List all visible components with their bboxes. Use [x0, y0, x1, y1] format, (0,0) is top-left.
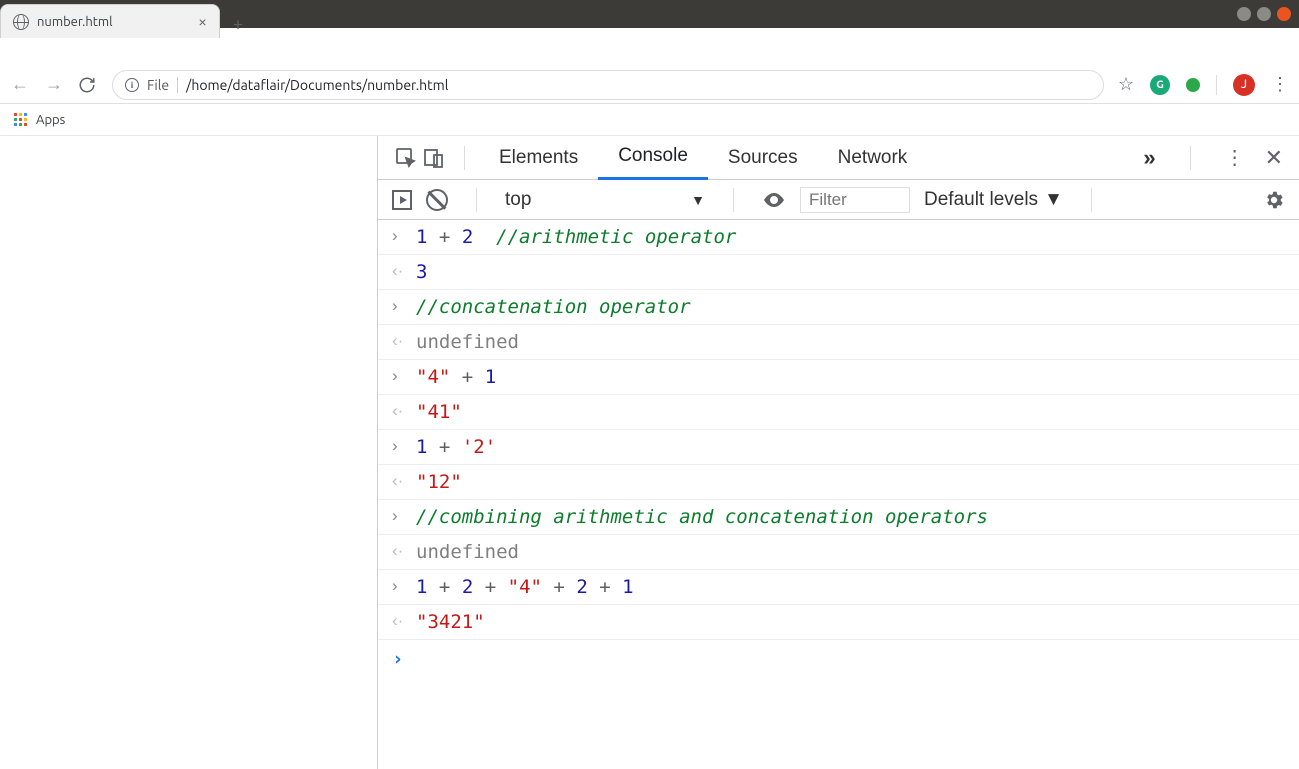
console-separator: [733, 188, 734, 212]
toolbar-right: ☆ G J ⋮: [1118, 74, 1289, 96]
bookmark-star-icon[interactable]: ☆: [1118, 74, 1134, 95]
window-close-button[interactable]: [1277, 7, 1291, 21]
devtools-close-icon[interactable]: ✕: [1265, 145, 1283, 171]
console-output-row: ‹· undefined: [378, 535, 1299, 570]
console-expression: 1 + '2': [416, 436, 496, 458]
console-prompt[interactable]: ›: [378, 640, 1299, 678]
filter-input[interactable]: [800, 187, 910, 213]
prompt-chevron-icon: ›: [392, 648, 403, 670]
console-output-row: ‹· "3421": [378, 605, 1299, 640]
browser-toolbar: ← → i File /home/dataflair/Documents/num…: [0, 66, 1299, 104]
chevron-right-icon: ›: [392, 296, 406, 316]
console-output-row: ‹· "41": [378, 395, 1299, 430]
console-input-row: › "4" + 1: [378, 360, 1299, 395]
window-maximize-button[interactable]: [1257, 7, 1271, 21]
console-expression: 1 + 2 //arithmetic operator: [416, 226, 736, 248]
forward-button[interactable]: →: [44, 74, 64, 95]
chevron-left-icon: ‹·: [392, 261, 406, 281]
site-info-icon[interactable]: i: [125, 78, 139, 92]
console-output-row: ‹· 3: [378, 255, 1299, 290]
address-bar[interactable]: i File /home/dataflair/Documents/number.…: [112, 70, 1104, 100]
profile-avatar[interactable]: J: [1233, 74, 1255, 96]
globe-icon: [13, 14, 29, 30]
new-tab-button[interactable]: +: [224, 10, 252, 38]
live-expression-icon[interactable]: [762, 188, 786, 212]
dropdown-caret-icon: ▼: [691, 192, 705, 208]
devtools-separator: [464, 146, 465, 170]
window-minimize-button[interactable]: [1237, 7, 1251, 21]
context-selector[interactable]: top ▼: [505, 189, 705, 211]
console-expression: "3421": [416, 611, 485, 633]
console-input-row: › 1 + '2': [378, 430, 1299, 465]
console-output-row: ‹· "12": [378, 465, 1299, 500]
console-input-row: › 1 + 2 + "4" + 2 + 1: [378, 570, 1299, 605]
devtools-separator: [1190, 146, 1191, 170]
tab-title: number.html: [37, 15, 190, 29]
apps-label[interactable]: Apps: [36, 113, 65, 127]
console-expression: //concatenation operator: [416, 296, 691, 318]
toolbar-separator: [1216, 75, 1217, 95]
devtools-tab-network[interactable]: Network: [818, 136, 928, 180]
console-expression: undefined: [416, 331, 519, 353]
url-scheme: File: [147, 77, 169, 93]
main-area: ElementsConsoleSourcesNetwork » ⋮ ✕ top …: [0, 136, 1299, 769]
console-output-row: ‹· undefined: [378, 325, 1299, 360]
context-label: top: [505, 189, 531, 211]
console-output[interactable]: › 1 + 2 //arithmetic operator ‹· 3 › //concat…: [378, 220, 1299, 769]
devtools-tab-sources[interactable]: Sources: [708, 136, 818, 180]
console-input-row: › //combining arithmetic and concatenatio…: [378, 500, 1299, 535]
console-input-row: › 1 + 2 //arithmetic operator: [378, 220, 1299, 255]
console-expression: "41": [416, 401, 462, 423]
url-path: /home/dataflair/Documents/number.html: [186, 77, 448, 93]
more-tabs-icon[interactable]: »: [1143, 145, 1155, 171]
chevron-right-icon: ›: [392, 226, 406, 246]
devtools-tab-console[interactable]: Console: [598, 136, 708, 180]
console-separator: [1091, 188, 1092, 212]
console-input-row: › //concatenation operator: [378, 290, 1299, 325]
tab-close-icon[interactable]: ×: [198, 13, 207, 31]
devtools-tabbar: ElementsConsoleSourcesNetwork » ⋮ ✕: [378, 136, 1299, 180]
log-levels-selector[interactable]: Default levels ▼: [924, 189, 1063, 211]
page-content: [0, 136, 378, 769]
browser-menu-icon[interactable]: ⋮: [1271, 74, 1289, 95]
console-expression: "4" + 1: [416, 366, 496, 388]
chevron-right-icon: ›: [392, 576, 406, 596]
console-expression: //combining arithmetic and concatenation…: [416, 506, 988, 528]
reload-button[interactable]: [78, 76, 98, 94]
chevron-left-icon: ‹·: [392, 541, 406, 561]
devtools-menu-icon[interactable]: ⋮: [1225, 145, 1245, 170]
levels-label: Default levels: [924, 189, 1038, 211]
bookmarks-bar: Apps: [0, 104, 1299, 136]
browser-tabstrip: number.html × +: [0, 0, 252, 38]
extension-grammarly-icon[interactable]: G: [1150, 75, 1170, 95]
chevron-left-icon: ‹·: [392, 611, 406, 631]
clear-console-icon[interactable]: [426, 189, 448, 211]
url-divider: [177, 77, 178, 93]
chevron-left-icon: ‹·: [392, 401, 406, 421]
apps-icon[interactable]: [14, 113, 28, 127]
console-settings-icon[interactable]: [1263, 189, 1285, 211]
console-separator: [476, 188, 477, 212]
browser-tab[interactable]: number.html ×: [0, 4, 220, 38]
chevron-right-icon: ›: [392, 436, 406, 456]
devtools-panel: ElementsConsoleSourcesNetwork » ⋮ ✕ top …: [378, 136, 1299, 769]
inspect-element-icon[interactable]: [394, 146, 422, 170]
chevron-left-icon: ‹·: [392, 471, 406, 491]
console-toolbar: top ▼ Default levels ▼: [378, 180, 1299, 220]
chevron-right-icon: ›: [392, 366, 406, 386]
console-expression: 3: [416, 261, 427, 283]
chevron-right-icon: ›: [392, 506, 406, 526]
dropdown-caret-icon: ▼: [1044, 189, 1063, 211]
console-expression: 1 + 2 + "4" + 2 + 1: [416, 576, 634, 598]
back-button[interactable]: ←: [10, 74, 30, 95]
console-expression: "12": [416, 471, 462, 493]
devtools-tab-elements[interactable]: Elements: [479, 136, 598, 180]
chevron-left-icon: ‹·: [392, 331, 406, 351]
toggle-drawer-icon[interactable]: [392, 190, 412, 210]
device-toggle-icon[interactable]: [422, 146, 450, 170]
extension-green-icon[interactable]: [1186, 78, 1200, 92]
console-expression: undefined: [416, 541, 519, 563]
